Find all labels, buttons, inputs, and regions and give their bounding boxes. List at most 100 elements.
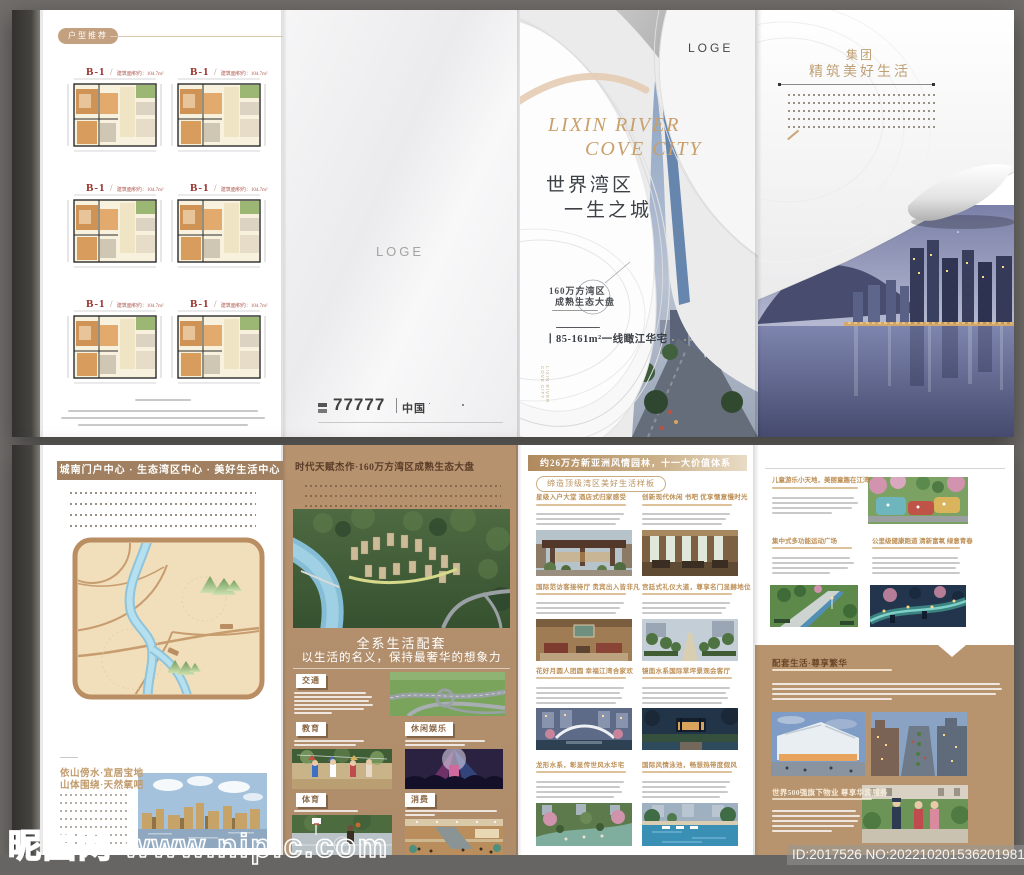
text-line <box>536 791 622 793</box>
text-line <box>536 687 624 689</box>
text-line <box>772 698 892 700</box>
floorplan-title: B-1 / 建筑面积约：104.7m² <box>190 178 268 196</box>
playground-photo <box>868 477 968 524</box>
masterplan-title: 时代天赋杰作·160万方湾区成熟生态大盘 <box>295 463 475 473</box>
running-track-photo <box>870 585 966 627</box>
service-title: 世界500强旗下物业 尊享华润服务 <box>772 788 888 797</box>
location-header-bar: 城南门户中心 · 生态湾区中心 · 美好生活中心 <box>57 461 283 480</box>
text-line <box>642 504 732 506</box>
leisure-photo <box>405 749 503 789</box>
text-line <box>642 697 728 699</box>
location-map <box>72 537 265 700</box>
text-line <box>642 602 730 604</box>
text-line <box>772 512 832 514</box>
plan-area: 建筑面积约：104.7m² <box>220 304 268 309</box>
location-highlight-line2: 山体围绕·天然氧吧 <box>60 781 144 791</box>
text-line <box>772 557 850 559</box>
lawn-pavilion-photo <box>642 708 738 750</box>
text-line <box>536 697 622 699</box>
brand-dot <box>462 404 464 406</box>
dotted-line <box>305 495 501 497</box>
text-line <box>536 781 624 783</box>
sports-plaza-photo <box>770 585 858 627</box>
plan-code: B-1 <box>86 182 106 194</box>
text-line <box>405 744 465 746</box>
text-line <box>68 410 258 412</box>
text-line <box>294 740 364 742</box>
loge-blank-page <box>283 10 520 437</box>
text-line <box>872 567 956 569</box>
text-line <box>642 702 722 704</box>
image-id-badge: ID:2017526 NO:20221020153620198100 <box>787 845 1024 865</box>
text-line <box>772 502 858 504</box>
dotted-line <box>788 102 936 104</box>
text-line <box>642 692 726 694</box>
group-slogan: 精筑美好生活 <box>809 65 911 80</box>
landscape-item-title: 创新现代休闲 书吧 优享惬意慢时光 <box>642 494 748 501</box>
landscape-item-title: 星级入户大堂 酒店式归家感受 <box>536 494 627 501</box>
dotted-line <box>70 514 256 516</box>
cover-title-cn-line2: 一生之城 <box>564 200 653 221</box>
floorplan-image <box>67 194 162 268</box>
text-line <box>772 567 848 569</box>
site-name: 昵图网 <box>7 826 113 865</box>
education-photo <box>292 749 392 789</box>
floorplan-image <box>67 78 162 152</box>
plan-separator: / <box>213 67 217 77</box>
section-label-sports: 体育 <box>296 793 326 807</box>
text-line <box>642 593 732 595</box>
floorplan-title: B-1 / 建筑面积约：104.7m² <box>86 294 164 312</box>
spec-bracket-line <box>556 327 600 328</box>
plan-code: B-1 <box>190 66 210 78</box>
text-line <box>536 786 620 788</box>
cover-spec-line: 丨85-161m²一线瞰江华宅 <box>545 334 668 345</box>
landscape-item-title: 宫廷式礼仪大道，尊享名门显赫地位 <box>642 584 751 591</box>
text-line <box>536 602 624 604</box>
text-line <box>642 791 728 793</box>
rule-line <box>293 668 510 669</box>
book-bar-photo <box>642 530 738 576</box>
text-line <box>642 518 726 520</box>
dotted-line <box>70 492 256 494</box>
text-line <box>536 692 620 694</box>
reception-hall-photo <box>536 619 632 661</box>
aerial-masterplan-photo <box>293 509 510 628</box>
landscape-header-bar: 约26万方新亚洲风情园林，十一大价值体系 <box>528 455 747 471</box>
plan-separator: / <box>109 183 113 193</box>
text-line <box>772 683 1000 685</box>
text-line <box>552 310 598 311</box>
floorplan-image <box>171 310 266 384</box>
text-line <box>405 740 485 742</box>
mall-dusk-photo <box>771 712 865 776</box>
floorplan-title: B-1 / 建筑面积约：104.7m² <box>190 62 268 80</box>
landscape-item-title: 国际范访客接待厅 贵宾出入皆非凡 <box>536 584 640 591</box>
landscape-item-title: 镜面水系国际草坪景观会客厅 <box>642 668 731 675</box>
text-line <box>772 798 872 800</box>
text-line <box>405 810 497 812</box>
text-line <box>642 781 730 783</box>
dotted-line <box>305 485 501 487</box>
dotted-line <box>60 794 128 796</box>
commerce-title: 配套生活·尊享繁华 <box>772 658 848 668</box>
plan-area: 建筑面积约：104.7m² <box>220 72 268 77</box>
fold-shadow <box>753 445 759 855</box>
landscape-item-title: 国际风情泳池，畅想热带度假风 <box>642 762 738 769</box>
dragon-water-photo <box>536 803 632 846</box>
plan-separator: / <box>109 299 113 309</box>
transport-photo <box>390 672 505 716</box>
text-line <box>536 702 616 704</box>
text-line <box>642 523 722 525</box>
brand-number: 77777 <box>333 395 386 414</box>
loge-watermark-text: LOGE <box>375 244 425 259</box>
resort-pool-photo <box>642 803 738 846</box>
dotted-line <box>60 802 128 804</box>
text-line <box>772 497 854 499</box>
text-line <box>536 771 626 773</box>
text-line <box>536 612 616 614</box>
floorplan-badge: 户型推荐 <box>58 28 118 44</box>
plan-code: B-1 <box>190 298 210 310</box>
text-line <box>536 513 624 515</box>
text-line <box>772 669 892 671</box>
text-line <box>61 417 265 419</box>
text-line <box>772 810 856 812</box>
